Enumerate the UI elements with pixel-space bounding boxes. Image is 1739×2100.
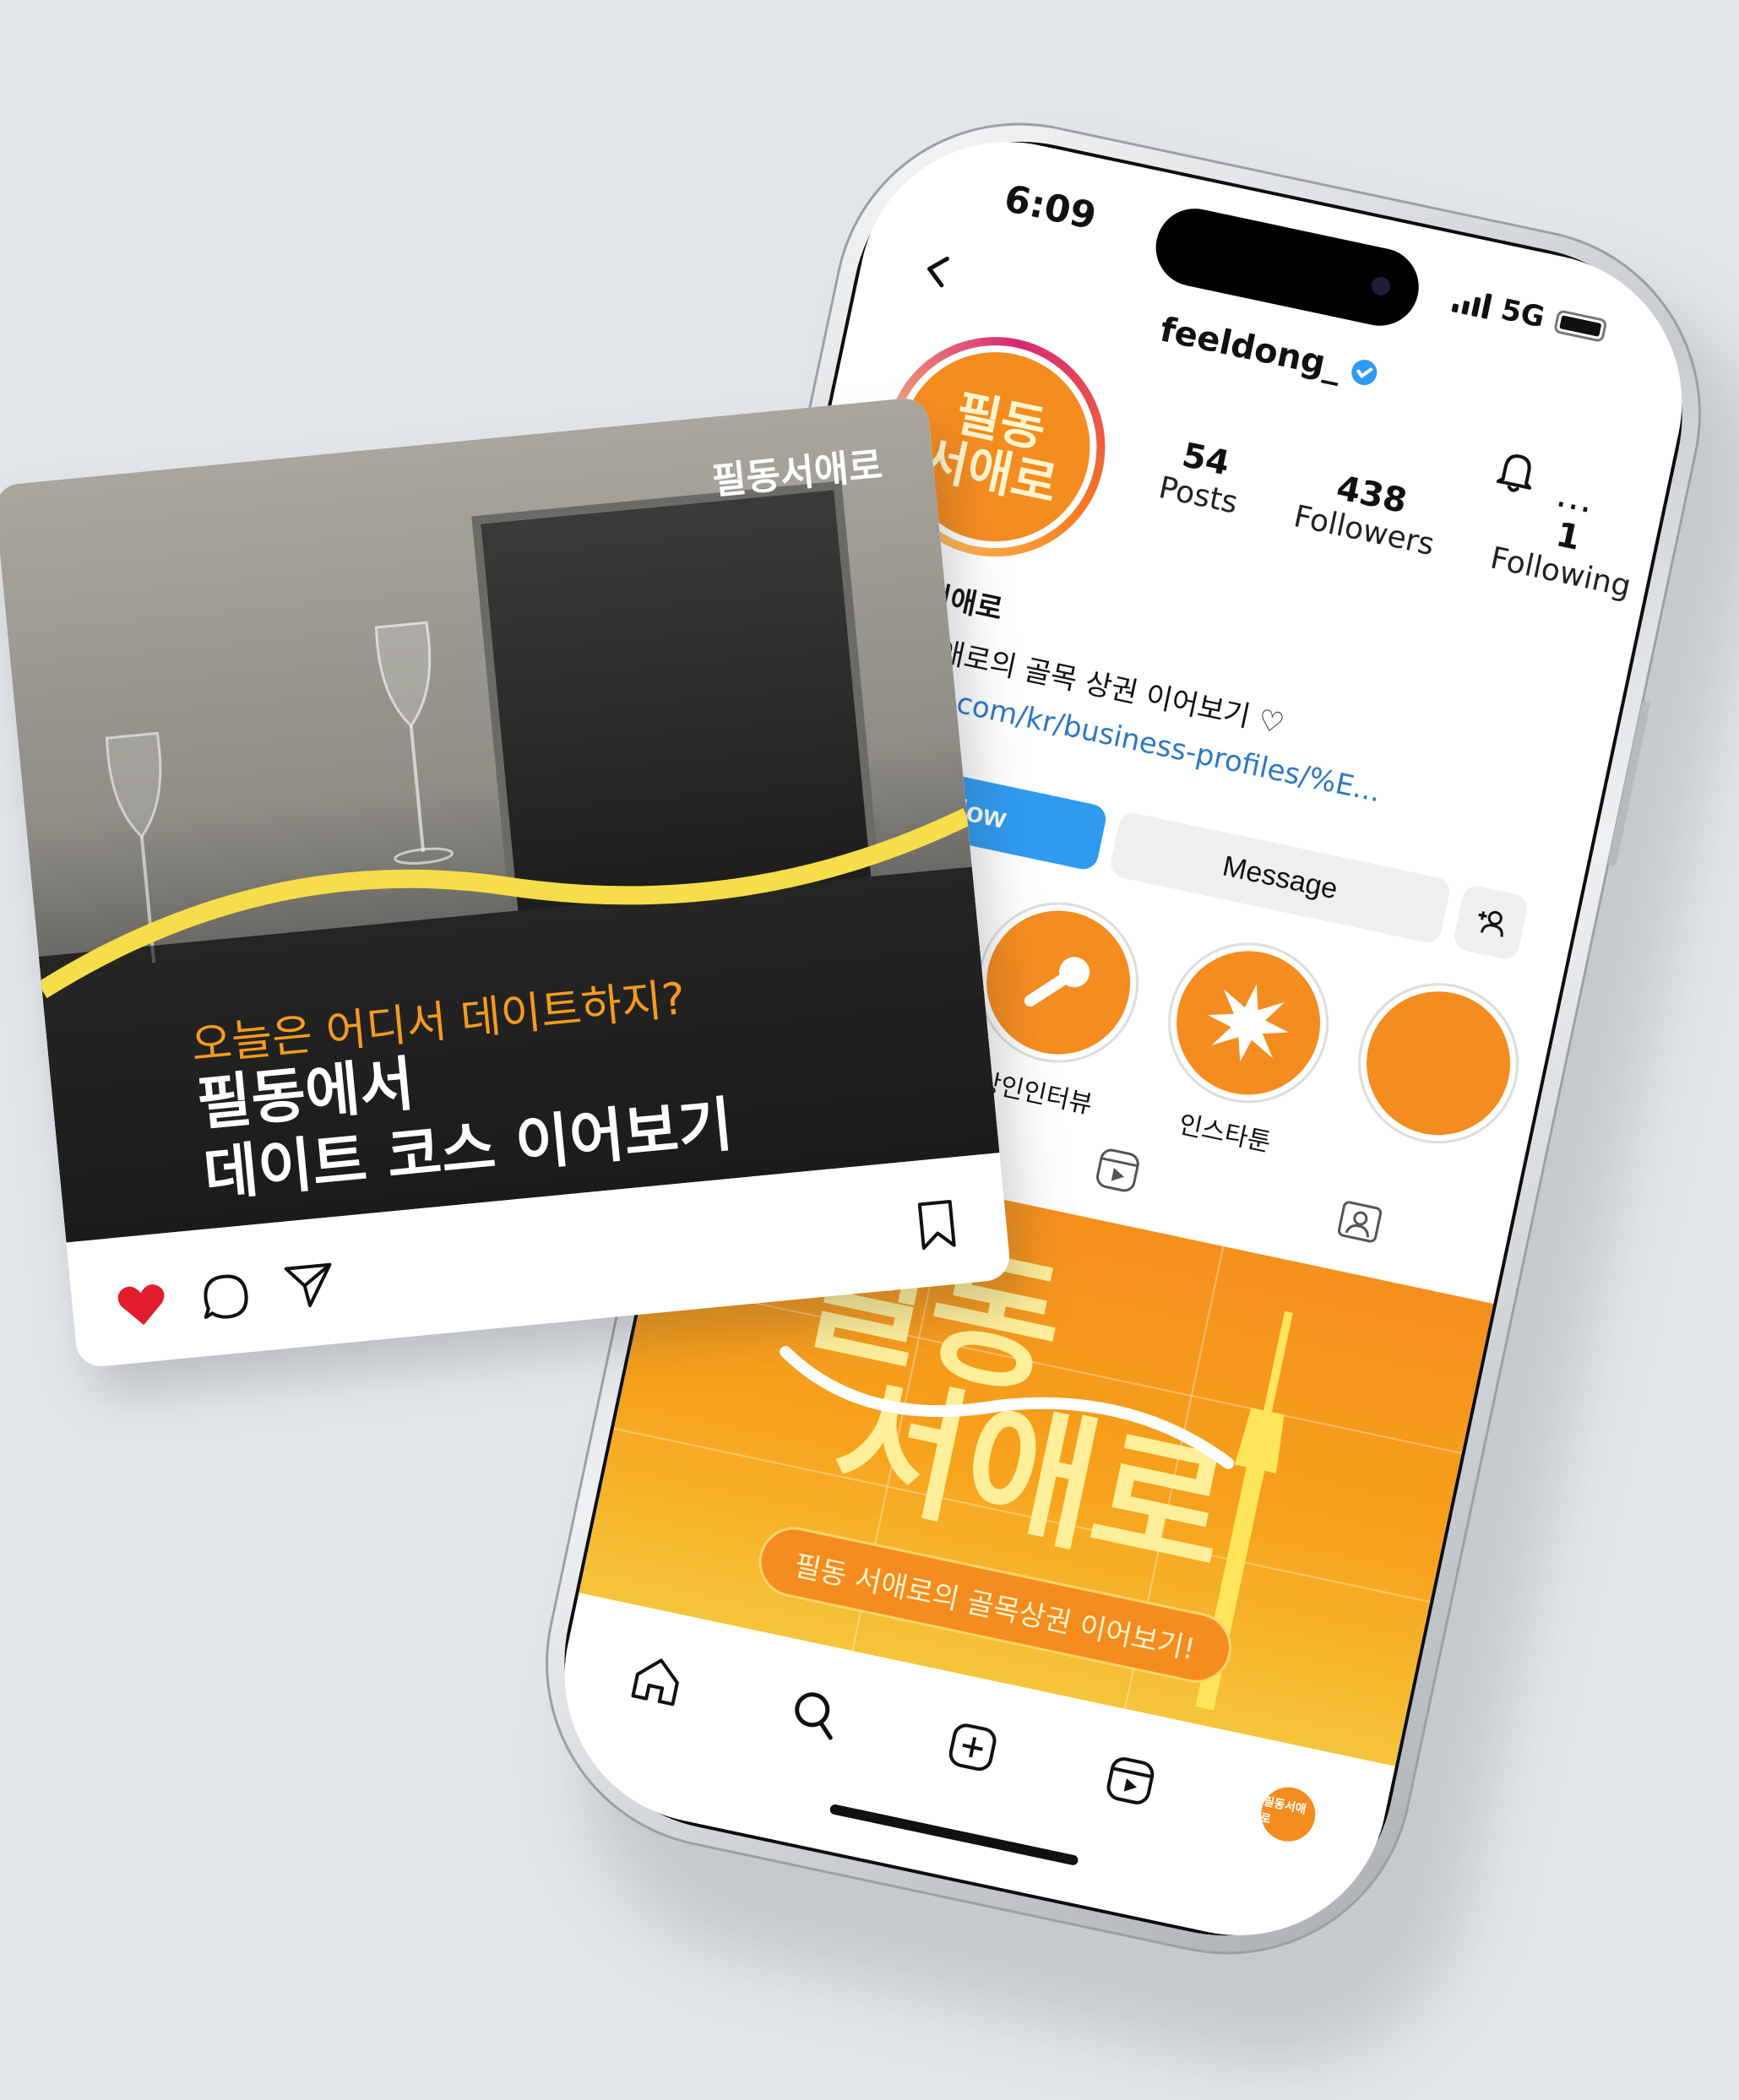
tagged-tab-icon[interactable] bbox=[1332, 1194, 1388, 1250]
search-icon[interactable] bbox=[783, 1682, 847, 1746]
home-indicator[interactable] bbox=[829, 1803, 1079, 1866]
home-icon[interactable] bbox=[625, 1648, 689, 1712]
stat-followers[interactable]: 438 Followers bbox=[1291, 461, 1445, 562]
signal-icon bbox=[1451, 287, 1493, 319]
reels-tab-icon[interactable] bbox=[1090, 1142, 1145, 1198]
stat-following[interactable]: 1 Following bbox=[1487, 503, 1642, 605]
add-user-icon bbox=[1478, 910, 1503, 937]
heart-filled-icon[interactable] bbox=[112, 1275, 171, 1334]
bookmark-icon[interactable] bbox=[907, 1196, 966, 1255]
highlight-label: 인스타툰 bbox=[1176, 1110, 1274, 1159]
instagram-post-card[interactable]: 필동서애로 오늘은 어디서 데이트하지? 필동에서 데이트 코스 이어보기 bbox=[0, 396, 1012, 1369]
status-time: 6:09 bbox=[1000, 176, 1100, 239]
reels-icon[interactable] bbox=[1098, 1749, 1162, 1813]
suggest-user-button[interactable] bbox=[1451, 883, 1530, 962]
stat-posts[interactable]: 54 Posts bbox=[1155, 432, 1248, 521]
highlight-label bbox=[1340, 1137, 1497, 1170]
profile-stats: 54 Posts 438 Followers 1 Following bbox=[1155, 432, 1642, 605]
status-indicators: 5G bbox=[1451, 283, 1609, 348]
create-post-icon[interactable] bbox=[941, 1715, 1005, 1779]
mockup-stage: 6:09 5G feeldong_ … 필동 서애로 54 Posts 438 … bbox=[0, 0, 1739, 2100]
burst-icon bbox=[1207, 984, 1289, 1062]
verified-badge-icon bbox=[1351, 360, 1378, 386]
dynamic-island bbox=[1149, 201, 1427, 334]
profile-username: feeldong_ bbox=[1156, 310, 1345, 387]
highlight-item[interactable] bbox=[1333, 968, 1534, 1207]
battery-icon bbox=[1553, 309, 1608, 344]
share-send-icon[interactable] bbox=[280, 1256, 340, 1315]
highlight-item[interactable]: 인스타툰 bbox=[1143, 927, 1344, 1166]
profile-nav-avatar[interactable]: 필동서애로 bbox=[1256, 1782, 1321, 1847]
post-brand-logo: 필동서애로 bbox=[709, 443, 885, 503]
comment-icon[interactable] bbox=[197, 1267, 256, 1327]
notification-bell-icon[interactable] bbox=[1489, 443, 1545, 499]
network-label: 5G bbox=[1497, 292, 1548, 335]
post-image: 필동서애로 오늘은 어디서 데이트하지? 필동에서 데이트 코스 이어보기 bbox=[0, 396, 1000, 1243]
microphone-icon bbox=[1024, 957, 1090, 1007]
camera-icon bbox=[1369, 274, 1392, 297]
